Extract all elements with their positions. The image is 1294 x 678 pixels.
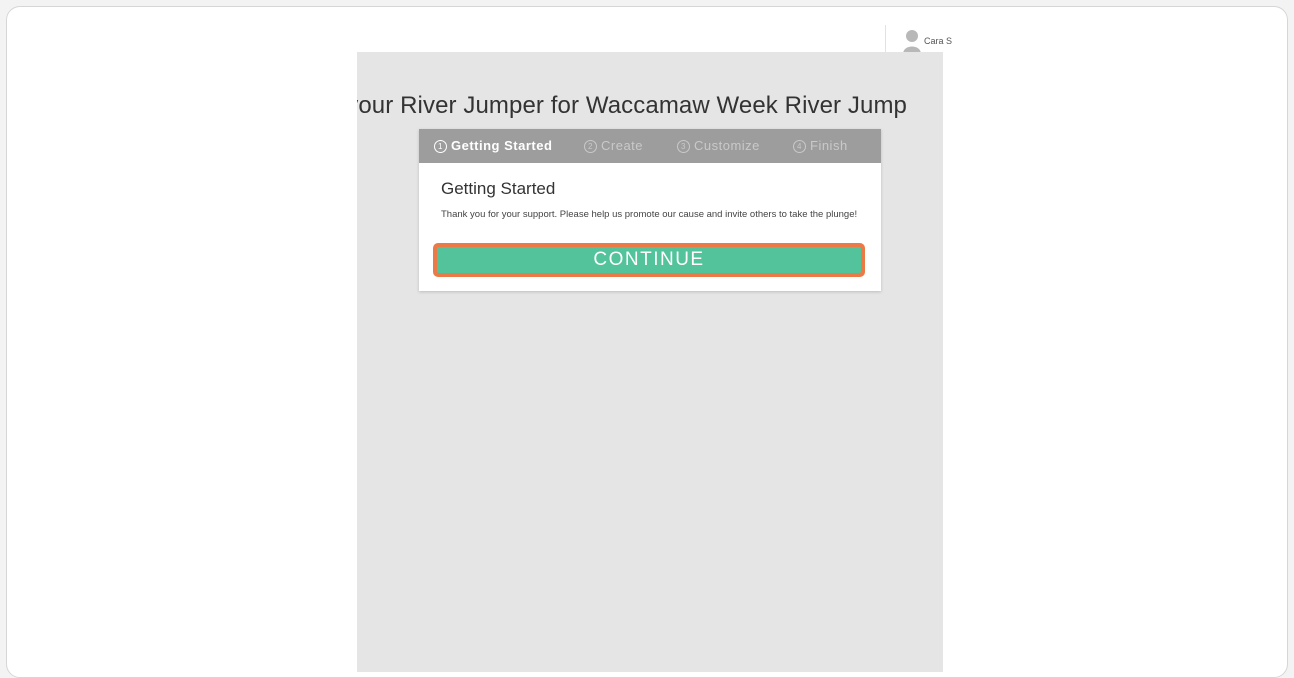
step-number-icon: 1 (434, 140, 447, 153)
step-getting-started[interactable]: 1 Getting Started (434, 138, 552, 153)
step-number-icon: 4 (793, 140, 806, 153)
user-name: Cara S (924, 36, 953, 46)
step-number-icon: 2 (584, 140, 597, 153)
content-panel: ate your River Jumper for Waccamaw Week … (357, 52, 943, 672)
wizard-card: 1 Getting Started 2 Create 3 Customize 4 Fin… (419, 129, 881, 291)
card-message: Thank you for your support. Please help … (441, 209, 858, 220)
step-number-icon: 3 (677, 140, 690, 153)
step-label: Finish (810, 138, 848, 153)
step-create[interactable]: 2 Create (584, 138, 643, 153)
step-label: Getting Started (451, 138, 553, 153)
page-title: ate your River Jumper for Waccamaw Week … (357, 92, 907, 119)
step-label: Customize (694, 138, 760, 153)
user-silhouette-icon (903, 30, 921, 54)
step-finish[interactable]: 4 Finish (793, 138, 848, 153)
card-heading: Getting Started (441, 179, 556, 198)
browser-frame: Cara S ate your River Jumper for Waccama… (6, 6, 1288, 678)
wizard-steps: 1 Getting Started 2 Create 3 Customize 4 Fin… (419, 129, 881, 163)
step-label: Create (601, 138, 644, 153)
continue-label: CONTINUE (437, 247, 861, 273)
step-customize[interactable]: 3 Customize (677, 138, 760, 153)
continue-button[interactable]: CONTINUE (433, 243, 865, 277)
